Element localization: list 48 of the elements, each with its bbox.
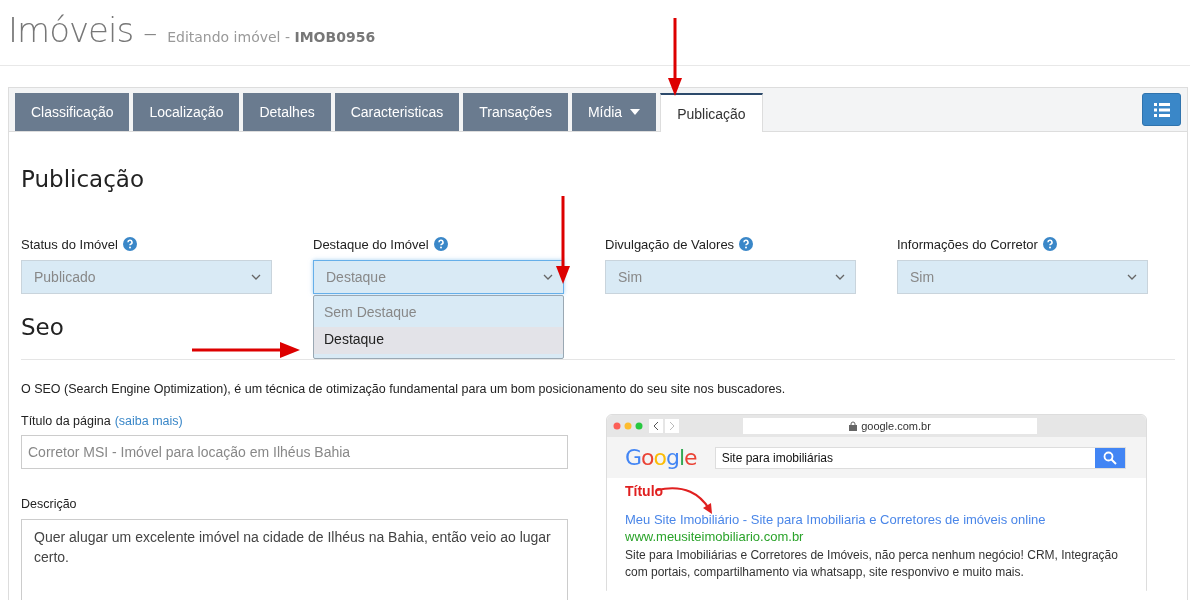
tab[interactable]: Transações: [463, 93, 568, 131]
page-subtitle: Editando imóvel - IMOB0956: [167, 29, 376, 45]
back-forward-icon: [649, 419, 679, 433]
dropdown-option[interactable]: Sem Destaque: [314, 300, 563, 327]
search-icon: [1103, 450, 1117, 465]
list-icon: [1153, 102, 1170, 117]
window-dots-icon: [613, 422, 645, 430]
tab[interactable]: Localização: [133, 93, 240, 131]
search-engine-logo: Google: [625, 445, 697, 470]
section-heading: Publicação: [21, 166, 145, 192]
help-icon[interactable]: [739, 237, 754, 251]
tab[interactable]: Mídia: [571, 93, 657, 131]
chevron-down-icon: [835, 274, 845, 280]
result-snippet: Site para Imobiliárias e Corretores de Imóveis, não perca nenhum negócio! CRM, Integração com portais, compartilhamento via whatsapp, site responvivo e muito mais.: [625, 547, 1119, 581]
page-title: Imóveis: [8, 10, 134, 50]
tab[interactable]: Classificação: [15, 93, 130, 131]
field-label: Descrição: [21, 497, 77, 512]
result-url: www.meusiteimobiliario.com.br: [625, 529, 805, 544]
chevron-down-icon: [543, 274, 553, 280]
address-bar: google.com.br: [743, 418, 1037, 434]
tab[interactable]: Caracteristicas: [334, 93, 460, 131]
learn-more-link[interactable]: (saiba mais): [114, 414, 183, 429]
field-label: Status do Imóvel: [21, 236, 118, 252]
chevron-down-icon: [251, 274, 261, 280]
tab[interactable]: Publicação: [660, 93, 763, 132]
field-label: Título da página: [21, 414, 111, 429]
select-field[interactable]: Destaque: [313, 260, 564, 294]
chevron-down-icon: [1127, 274, 1137, 280]
select-field[interactable]: Sim: [605, 260, 856, 294]
select-field[interactable]: Publicado: [21, 260, 272, 294]
field-label: Divulgação de Valores: [605, 236, 735, 252]
section-heading: Seo: [21, 314, 65, 340]
annotation-label: Título: [625, 483, 664, 499]
help-icon[interactable]: [433, 237, 448, 251]
list-view-button[interactable]: [1142, 93, 1181, 126]
lock-icon: [849, 421, 858, 431]
field-label: Destaque do Imóvel: [313, 236, 429, 252]
page-title-field[interactable]: Corretor MSI - Imóvel para locação em Ilhéus Bahia: [21, 435, 568, 469]
caret-icon: [630, 109, 641, 115]
title-separator: –: [143, 16, 158, 49]
select-field[interactable]: Sim: [897, 260, 1148, 294]
seo-description: O SEO (Search Engine Optimization), é um técnica de otimização fundamental para um bom posicionamento do seu site nos buscadores.: [21, 382, 787, 398]
field-label: Informações do Corretor: [897, 236, 1038, 252]
description-field[interactable]: Quer alugar um excelente imóvel na cidade de Ilhéus na Bahia, então veio ao lugar certo.: [21, 519, 568, 600]
tab[interactable]: Detalhes: [243, 93, 331, 131]
help-icon[interactable]: [122, 237, 137, 251]
dropdown-option[interactable]: Destaque: [314, 327, 563, 354]
help-icon[interactable]: [1042, 237, 1057, 251]
